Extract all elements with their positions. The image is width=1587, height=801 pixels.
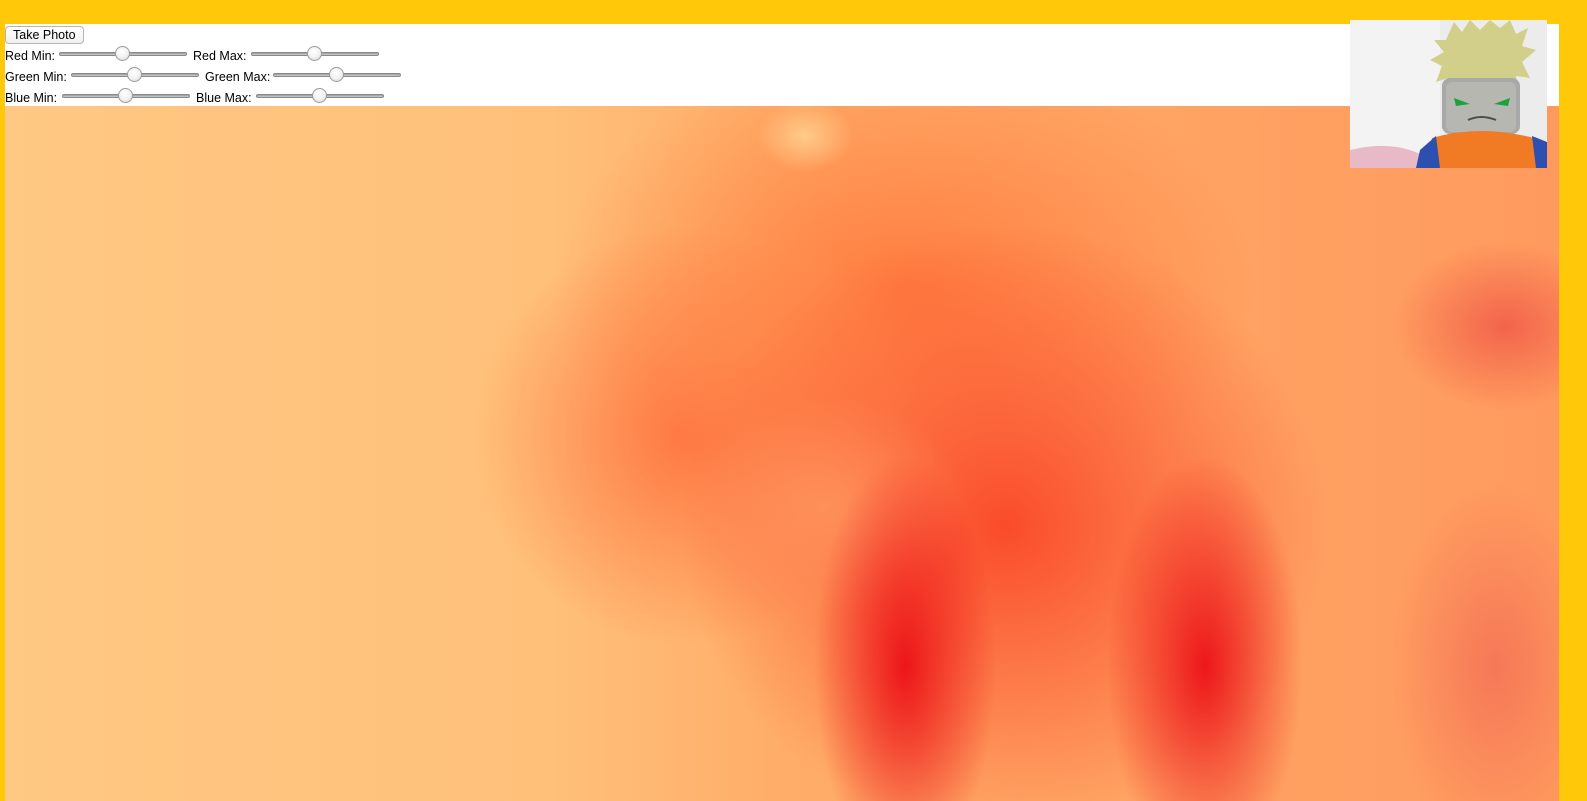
- slider-thumb[interactable]: [307, 46, 322, 61]
- blue-max-slider[interactable]: [256, 87, 384, 105]
- webcam-preview: [1350, 20, 1547, 168]
- green-min-slider[interactable]: [71, 66, 199, 84]
- figure-image: [1350, 20, 1547, 168]
- blue-max-label: Blue Max:: [196, 91, 252, 105]
- slider-thumb[interactable]: [329, 67, 344, 82]
- slider-thumb[interactable]: [127, 67, 142, 82]
- red-min-slider[interactable]: [59, 45, 187, 63]
- green-min-label: Green Min:: [5, 70, 67, 84]
- green-max-slider[interactable]: [273, 66, 401, 84]
- slider-thumb[interactable]: [312, 88, 327, 103]
- green-max-label: Green Max:: [205, 70, 271, 84]
- blue-min-slider[interactable]: [62, 87, 190, 105]
- blue-min-label: Blue Min:: [5, 91, 58, 105]
- filtered-camera-canvas: [5, 106, 1559, 801]
- red-max-slider[interactable]: [251, 45, 379, 63]
- page: Take Photo Red Min: Red Max: Green Min: …: [5, 24, 1559, 801]
- slider-thumb[interactable]: [118, 88, 133, 103]
- take-photo-button[interactable]: Take Photo: [5, 26, 84, 44]
- red-max-label: Red Max:: [193, 49, 247, 63]
- slider-thumb[interactable]: [115, 46, 130, 61]
- controls-panel: Take Photo Red Min: Red Max: Green Min: …: [5, 24, 1559, 106]
- red-min-label: Red Min:: [5, 49, 56, 63]
